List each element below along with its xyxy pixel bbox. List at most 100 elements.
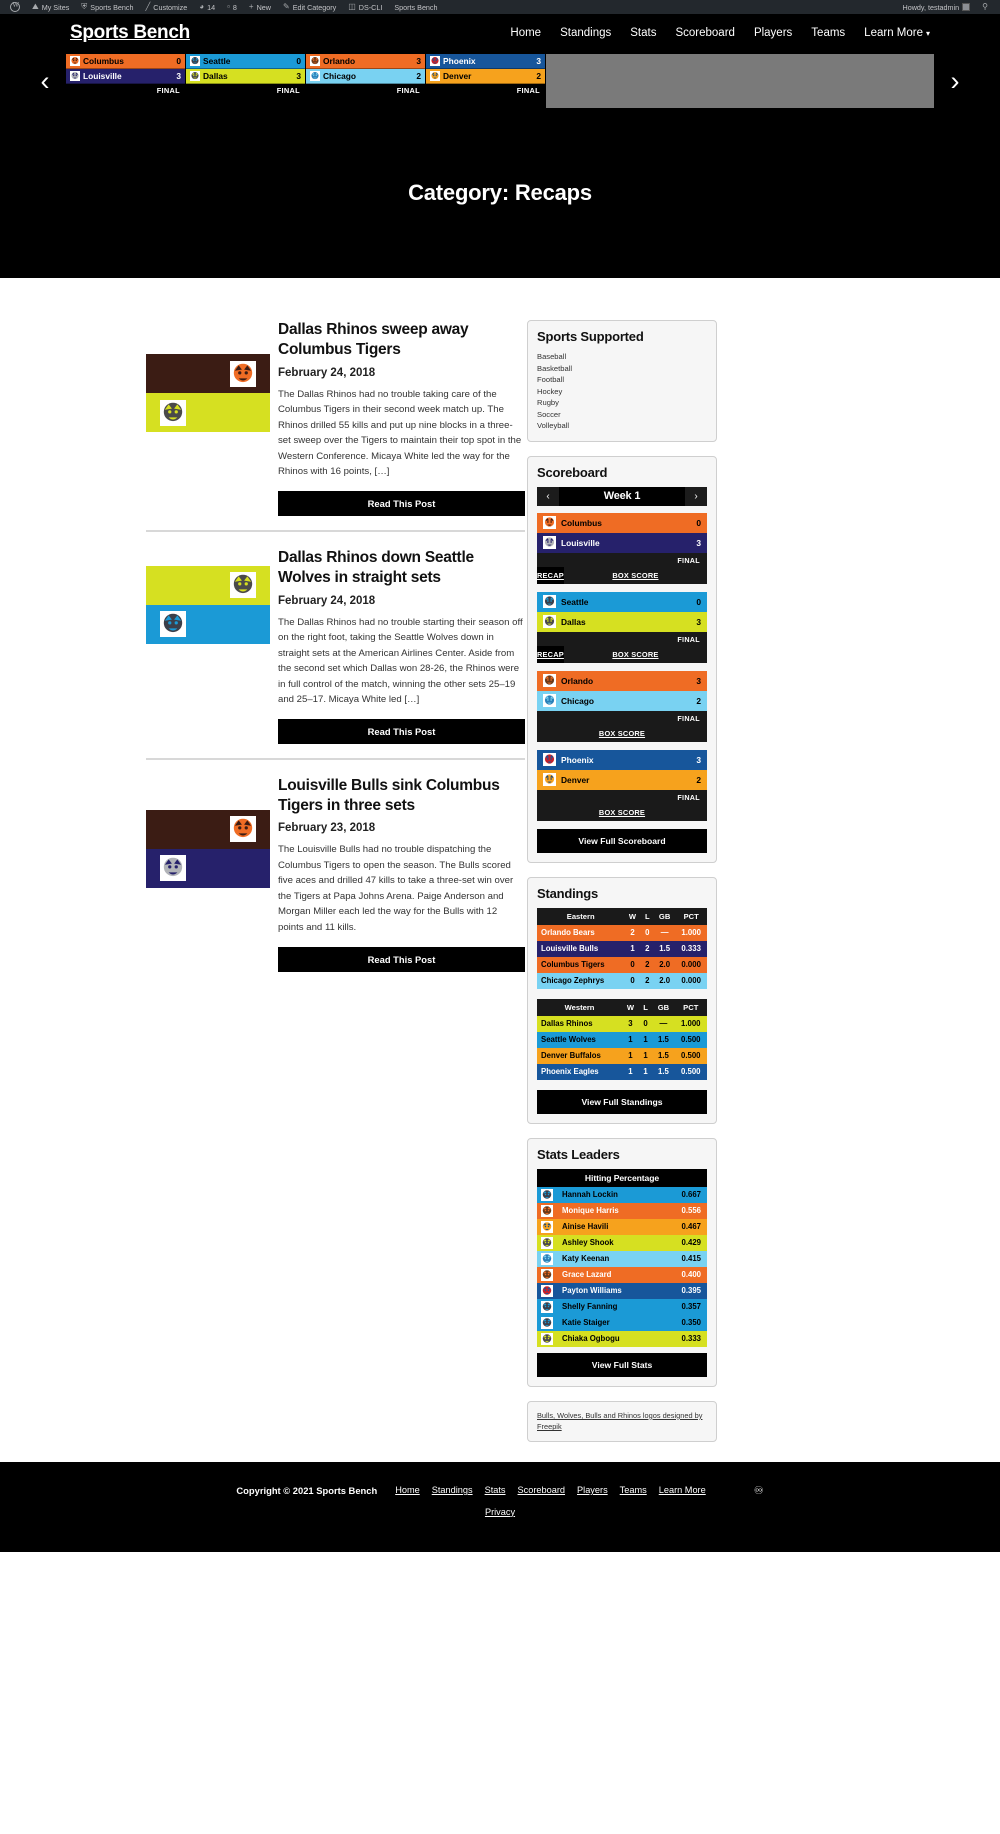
footer-privacy-link[interactable]: Privacy [485,1507,515,1517]
plus-icon: + [248,2,254,11]
stats-leader-row[interactable]: Katy Keenan 0.415 [537,1250,707,1267]
team-name: Seattle [203,56,231,66]
view-full-stats-button[interactable]: View Full Stats [537,1352,707,1377]
stats-leader-row[interactable]: Ashley Shook 0.429 [537,1234,707,1251]
recap-link[interactable]: RECAP [537,650,564,659]
nav-item-standings[interactable]: Standings [560,27,611,39]
adminbar-customize[interactable]: ╱ Customize [139,0,193,14]
post-thumbnail[interactable] [146,809,270,888]
footer-nav-item[interactable]: Scoreboard [518,1485,566,1495]
read-this-post-button[interactable]: Read This Post [278,490,525,516]
adminbar-search[interactable]: ⚲ [976,0,994,14]
adminbar-comments[interactable]: ▫ 8 [221,0,243,14]
nav-item-stats[interactable]: Stats [630,27,656,39]
table-row[interactable]: Denver Buffalos 1 1 1.5 0.500 [537,1047,707,1064]
stat-value: 0.350 [681,1318,701,1328]
footer-nav-item[interactable]: Standings [432,1485,473,1495]
box-score-link[interactable]: BOX SCORE [578,808,666,817]
footer-nav-item[interactable]: Stats [485,1485,506,1495]
post-date: February 24, 2018 [278,594,376,607]
ticker-game[interactable]: Orlando 3 Chicago 2 FINAL [306,54,426,108]
ticker-strip: Columbus 0 Louisville 3 FINAL Seattle 0 Dallas 3… [66,54,934,108]
nav-item-home[interactable]: Home [510,27,541,39]
ticker-game[interactable]: Seattle 0 Dallas 3 FINAL [186,54,306,108]
nav-item-scoreboard[interactable]: Scoreboard [675,27,734,39]
rss-icon[interactable]: ♾ [754,1484,764,1497]
footer-nav-item[interactable]: Home [395,1485,420,1495]
tigers-logo [543,516,556,530]
post-title[interactable]: Louisville Bulls sink Columbus Tigers in… [278,776,525,816]
view-full-standings-button[interactable]: View Full Standings [537,1089,707,1114]
ticker-game[interactable]: Phoenix 3 Denver 2 FINAL [426,54,546,108]
post-title[interactable]: Dallas Rhinos sweep away Columbus Tigers [278,320,525,360]
adminbar-edit-category[interactable]: ✎ Edit Category [277,0,342,14]
read-this-post-button[interactable]: Read This Post [278,946,525,972]
stats-leader-row[interactable]: Payton Williams 0.395 [537,1282,707,1299]
stats-leader-row[interactable]: Grace Lazard 0.400 [537,1266,707,1283]
post-thumbnail[interactable] [146,354,270,432]
ticker-next-button[interactable]: › [934,54,976,108]
ticker-away-row: Columbus 0 [66,54,185,69]
team-name: Dallas [203,71,228,81]
recap-cell: RECAP [537,566,564,584]
nav-item-learn-more[interactable]: Learn More ▾ [864,27,930,39]
table-row[interactable]: Dallas Rhinos 3 0 — 1.000 [537,1015,707,1032]
site-title[interactable]: Sports Bench [70,22,190,44]
wolves-logo [541,1316,553,1329]
view-full-scoreboard-button[interactable]: View Full Scoreboard [537,828,707,853]
stats-leader-row[interactable]: Katie Staiger 0.350 [537,1314,707,1331]
adminbar-new-content[interactable]: + New [243,0,277,14]
post-thumbnail[interactable] [146,565,270,644]
post-title[interactable]: Dallas Rhinos down Seattle Wolves in str… [278,548,525,588]
ticker-away-row: Orlando 3 [306,54,425,69]
week-prev-button[interactable]: ‹ [537,486,559,506]
ticker-prev-button[interactable]: ‹ [24,54,66,108]
table-row[interactable]: Orlando Bears 2 0 — 1.000 [537,924,707,941]
scoreboard-home-row: Dallas 3 [537,611,707,632]
team-score: 0 [176,56,181,66]
week-next-button[interactable]: › [685,486,707,506]
adminbar-ds-cli-label: DS-CLI [358,2,383,12]
adminbar-ds-cli[interactable]: ◫ DS-CLI [342,0,388,14]
eagles-logo [543,753,556,767]
player-name: Ashley Shook [562,1238,614,1248]
box-score-link[interactable]: BOX SCORE [564,650,707,659]
stats-leader-row[interactable]: Chiaka Ogbogu 0.333 [537,1330,707,1347]
footer-nav-item[interactable]: Teams [620,1485,647,1495]
footer-nav-item[interactable]: Learn More [659,1485,706,1495]
table-row[interactable]: Phoenix Eagles 1 1 1.5 0.500 [537,1063,707,1080]
nav-item-teams[interactable]: Teams [811,27,845,39]
table-row[interactable]: Seattle Wolves 1 1 1.5 0.500 [537,1031,707,1048]
adminbar-my-sites[interactable]: ⛰ My Sites [26,0,75,14]
stats-leader-row[interactable]: Shelly Fanning 0.357 [537,1298,707,1315]
team-name: Phoenix Eagles [541,1067,599,1077]
adminbar-my-account[interactable]: Howdy, testadmin [897,0,977,14]
wolves-logo [190,56,200,66]
wins: 1 [628,1035,633,1045]
box-score-link[interactable]: BOX SCORE [578,729,666,738]
logo-credit-link[interactable]: Bulls, Wolves, Bulls and Rhinos logos de… [537,1410,707,1433]
stats-leader-row[interactable]: Monique Harris 0.556 [537,1202,707,1219]
wins: 1 [630,944,635,954]
stats-leader-row[interactable]: Ainise Havili 0.467 [537,1218,707,1235]
games-back: 1.5 [658,1051,669,1061]
stats-leader-row[interactable]: Hannah Lockin 0.667 [537,1186,707,1203]
recap-link[interactable]: RECAP [537,571,564,580]
adminbar-updates[interactable]: ◕ 14 [193,0,221,14]
box-score-link[interactable]: BOX SCORE [564,571,707,580]
adminbar-wp-logo[interactable] [4,0,26,14]
post-excerpt: The Dallas Rhinos had no trouble startin… [278,616,523,706]
read-this-post-button[interactable]: Read This Post [278,718,525,744]
table-row[interactable]: Columbus Tigers 0 2 2.0 0.000 [537,956,707,973]
table-row[interactable]: Chicago Zephrys 0 2 2.0 0.000 [537,972,707,989]
nav-item-players[interactable]: Players [754,27,792,39]
footer-nav-item[interactable]: Players [577,1485,608,1495]
ticker-game[interactable]: Columbus 0 Louisville 3 FINAL [66,54,186,108]
footer-privacy-wrap: Privacy [0,1503,1000,1518]
adminbar-sports-bench[interactable]: Sports Bench [388,0,443,14]
chevron-down-icon: ▾ [925,29,930,38]
bulls-logo [160,855,186,882]
team-logo [430,56,440,66]
table-row[interactable]: Louisville Bulls 1 2 1.5 0.333 [537,940,707,957]
adminbar-site-name[interactable]: ⛨ Sports Bench [75,0,139,14]
